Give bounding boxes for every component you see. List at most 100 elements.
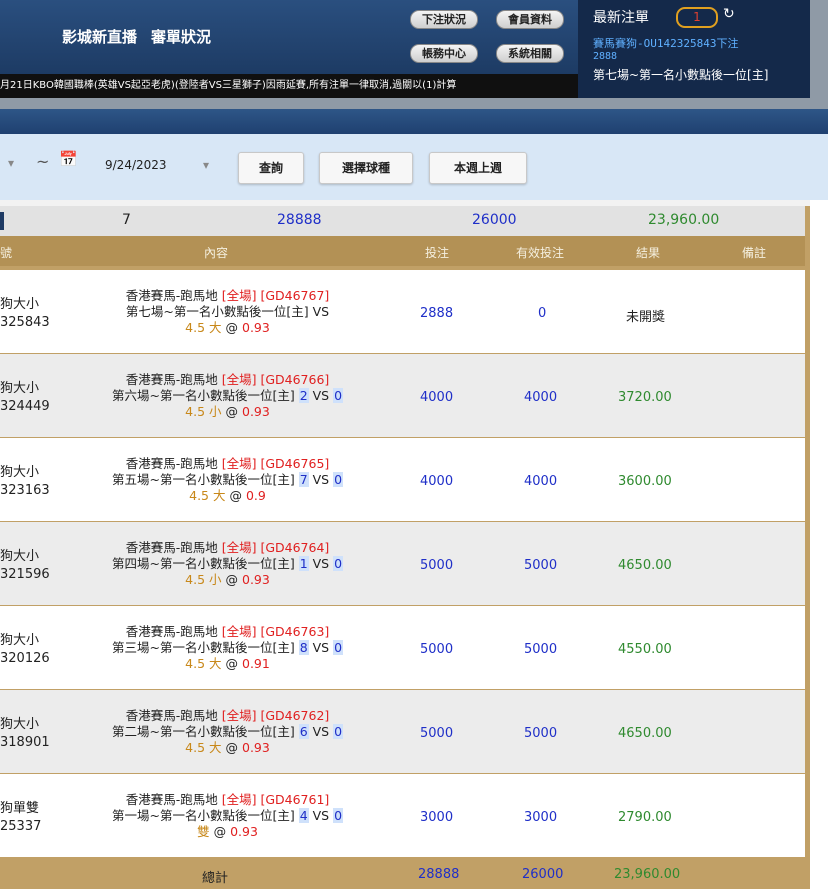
- right-scroll-area: [810, 200, 828, 889]
- latest-count-badge: 1: [676, 7, 718, 28]
- select-sport-button[interactable]: 選擇球種: [319, 152, 413, 184]
- table-row: 狗大小 320126 香港賽馬-跑馬地 [全場] [GD46763] 第三場~第…: [0, 606, 805, 689]
- section-band: [0, 109, 828, 134]
- bet-amount: 4000: [420, 390, 454, 405]
- bet-amount: 5000: [420, 726, 454, 741]
- valid-amount: 4000: [524, 474, 558, 489]
- score-home: 2: [298, 388, 309, 403]
- odds-at: @: [225, 404, 239, 419]
- score-away: 0: [333, 388, 344, 403]
- nav-new-live[interactable]: 新直播: [92, 26, 137, 47]
- latest-bet-amount: 2888: [593, 51, 618, 62]
- score-home: 8: [298, 640, 309, 655]
- pick: 雙: [197, 824, 210, 839]
- event-name: 香港賽馬-跑馬地: [125, 372, 218, 387]
- result-value: 2790.00: [618, 810, 672, 825]
- latest-bet-line1[interactable]: 賽馬賽狗-OU142325843下注: [593, 35, 738, 51]
- col-header-result: 結果: [636, 246, 661, 260]
- result-value: 4650.00: [618, 558, 672, 573]
- pick: 小: [209, 572, 222, 587]
- news-ticker: 月21日KBO韓國職棒(英雄VS起亞老虎)(登陸者VS三星獅子)因雨延賽,所有注…: [0, 74, 578, 98]
- member-info-button[interactable]: 會員資料: [496, 10, 564, 29]
- pick: 大: [209, 656, 222, 671]
- filter-bar: ▾ ~ 📅 9/24/2023 ▾: [0, 134, 828, 200]
- game-id: [GD46761]: [260, 792, 330, 807]
- valid-amount: 0: [538, 306, 547, 321]
- footer-bet: 28888: [418, 867, 460, 882]
- valid-amount: 5000: [524, 726, 558, 741]
- odds-at: @: [225, 740, 239, 755]
- odds: 0.93: [242, 404, 270, 419]
- race-desc: 第二場~第一名小數點後一位[主]: [111, 724, 295, 739]
- nav-review-status[interactable]: 審單狀況: [151, 26, 211, 47]
- game-id: [GD46766]: [260, 372, 330, 387]
- result-value: 3720.00: [618, 390, 672, 405]
- race-desc: 第六場~第一名小數點後一位[主]: [111, 388, 295, 403]
- bet-amount: 3000: [420, 810, 454, 825]
- system-button[interactable]: 系統相關: [496, 44, 564, 63]
- query-button[interactable]: 查詢: [238, 152, 304, 184]
- refresh-icon[interactable]: ↻: [723, 6, 735, 22]
- score-away: 0: [333, 556, 344, 571]
- odds: 0.93: [230, 824, 258, 839]
- race-desc: 第四場~第一名小數點後一位[主]: [111, 556, 295, 571]
- date-range-tilde: ~: [36, 152, 50, 171]
- col-header-id: 號: [0, 246, 13, 260]
- result-value: 未開獎: [626, 310, 666, 325]
- calendar-icon[interactable]: 📅: [59, 150, 78, 168]
- account-center-button[interactable]: 帳務中心: [410, 44, 478, 63]
- game-id: [GD46762]: [260, 708, 330, 723]
- score-home: 7: [298, 472, 309, 487]
- pick: 大: [209, 320, 222, 335]
- valid-amount: 5000: [524, 642, 558, 657]
- bet-code: 323163: [0, 483, 50, 498]
- bet-type: 狗大小: [0, 633, 40, 648]
- bet-type: 狗大小: [0, 549, 40, 564]
- table-row: 狗大小 321596 香港賽馬-跑馬地 [全場] [GD46764] 第四場~第…: [0, 522, 805, 605]
- bet-amount: 5000: [420, 642, 454, 657]
- week-button[interactable]: 本週上週: [429, 152, 527, 184]
- pick: 大: [213, 488, 226, 503]
- scope-label: [全場]: [221, 792, 257, 807]
- odds: 0.9: [245, 488, 266, 503]
- bet-type: 狗單雙: [0, 801, 40, 816]
- summary-count: 7: [122, 212, 131, 228]
- odds: 0.93: [242, 320, 270, 335]
- bet-code: 25337: [0, 819, 42, 834]
- col-header-valid: 有效投注: [516, 246, 565, 260]
- handicap: 4.5: [185, 572, 206, 587]
- valid-amount: 5000: [524, 558, 558, 573]
- result-value: 3600.00: [618, 474, 672, 489]
- col-header-content: 內容: [204, 246, 229, 260]
- chevron-down-icon[interactable]: ▾: [8, 156, 14, 170]
- col-header-bet: 投注: [425, 246, 450, 260]
- bet-code: 318901: [0, 735, 50, 750]
- chevron-down-icon[interactable]: ▾: [203, 158, 209, 172]
- score-home: 4: [298, 808, 309, 823]
- footer-result: 23,960.00: [614, 867, 681, 882]
- event-name: 香港賽馬-跑馬地: [125, 456, 218, 471]
- table-footer: 總計 28888 26000 23,960.00: [0, 857, 810, 889]
- event-name: 香港賽馬-跑馬地: [125, 540, 218, 555]
- score-away: 0: [333, 640, 344, 655]
- table-row: 狗大小 318901 香港賽馬-跑馬地 [全場] [GD46762] 第二場~第…: [0, 690, 805, 773]
- result-value: 4650.00: [618, 726, 672, 741]
- end-date-input[interactable]: 9/24/2023: [105, 158, 167, 172]
- race-desc: 第七場~第一名小數點後一位[主] VS: [125, 304, 330, 319]
- game-id: [GD46764]: [260, 540, 330, 555]
- summary-valid: 26000: [472, 212, 517, 228]
- pick: 大: [209, 740, 222, 755]
- odds: 0.91: [242, 656, 270, 671]
- valid-amount: 4000: [524, 390, 558, 405]
- bet-code: 321596: [0, 567, 50, 582]
- bet-status-button[interactable]: 下注狀況: [410, 10, 478, 29]
- summary-result: 23,960.00: [648, 212, 720, 228]
- nav-cinema[interactable]: 影城: [62, 26, 92, 47]
- bet-type: 狗大小: [0, 297, 40, 312]
- game-id: [GD46765]: [260, 456, 330, 471]
- score-home: 1: [298, 556, 309, 571]
- bet-code: 325843: [0, 315, 50, 330]
- latest-bet-desc: 第七場~第一名小數點後一位[主]: [593, 68, 769, 82]
- result-value: 4550.00: [618, 642, 672, 657]
- latest-bets-panel: 最新注單 1 ↻ 賽馬賽狗-OU142325843下注 2888 第七場~第一名…: [578, 0, 810, 98]
